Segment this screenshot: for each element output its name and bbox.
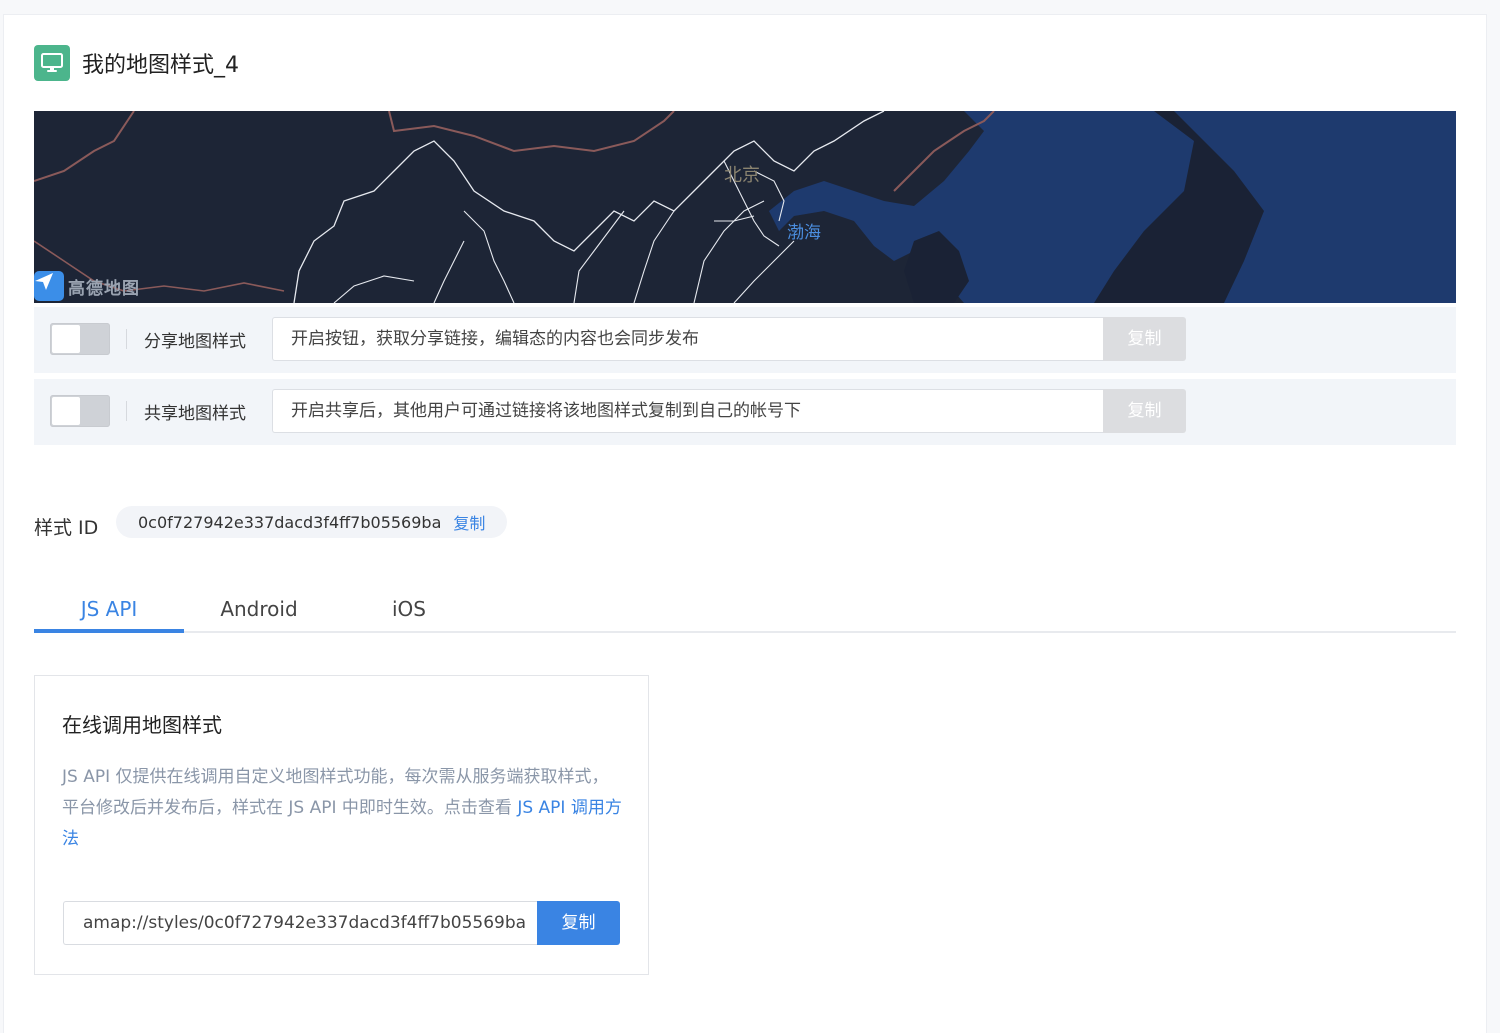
style-id-copy-link[interactable]: 复制 <box>453 510 485 534</box>
style-url-copy-button[interactable]: 复制 <box>537 901 620 945</box>
style-detail-card: 我的地图样式_4 北京 渤海 高德地图 分享地图样式 开启按钮，获取分享链接，编… <box>3 14 1487 1033</box>
public-style-label: 共享地图样式 <box>144 404 246 424</box>
map-label-bohai: 渤海 <box>787 223 821 243</box>
style-id-value: 0c0f727942e337dacd3f4ff7b05569ba <box>138 512 442 532</box>
tab-android[interactable]: Android <box>184 597 334 621</box>
toggle-knob <box>52 397 80 425</box>
share-style-label: 分享地图样式 <box>144 332 246 352</box>
page-title: 我的地图样式_4 <box>82 53 239 78</box>
tab-ios[interactable]: iOS <box>334 597 484 621</box>
share-copy-button[interactable]: 复制 <box>1103 317 1186 361</box>
tab-js-api[interactable]: JS API <box>34 597 184 621</box>
platform-tabs: JS API Android iOS <box>34 589 1456 633</box>
share-style-toggle[interactable] <box>50 323 110 355</box>
public-link-input[interactable]: 开启共享后，其他用户可通过链接将该地图样式复制到自己的帐号下 <box>272 389 1104 433</box>
active-tab-indicator <box>34 629 184 633</box>
toggle-knob <box>52 325 80 353</box>
map-canvas <box>34 111 1456 303</box>
divider <box>126 401 127 421</box>
map-preview[interactable]: 北京 渤海 高德地图 <box>34 111 1456 303</box>
amap-logo-text: 高德地图 <box>68 278 140 299</box>
panel-description: JS API 仅提供在线调用自定义地图样式功能，每次需从服务端获取样式，平台修改… <box>62 762 622 855</box>
amap-logo: 高德地图 <box>34 271 140 301</box>
share-link-input[interactable]: 开启按钮，获取分享链接，编辑态的内容也会同步发布 <box>272 317 1104 361</box>
style-id-badge: 0c0f727942e337dacd3f4ff7b05569ba 复制 <box>116 506 508 538</box>
public-style-row: 共享地图样式 开启共享后，其他用户可通过链接将该地图样式复制到自己的帐号下 复制 <box>34 379 1456 445</box>
monitor-icon <box>34 45 70 81</box>
js-api-panel: 在线调用地图样式 JS API 仅提供在线调用自定义地图样式功能，每次需从服务端… <box>34 675 649 975</box>
panel-title: 在线调用地图样式 <box>62 713 222 737</box>
divider <box>126 329 127 349</box>
style-url-input[interactable]: amap://styles/0c0f727942e337dacd3f4ff7b0… <box>63 901 538 945</box>
public-style-toggle[interactable] <box>50 395 110 427</box>
map-label-beijing: 北京 <box>724 165 760 186</box>
share-style-row: 分享地图样式 开启按钮，获取分享链接，编辑态的内容也会同步发布 复制 <box>34 307 1456 373</box>
public-copy-button[interactable]: 复制 <box>1103 389 1186 433</box>
page-header: 我的地图样式_4 <box>34 45 239 81</box>
style-id-label: 样式 ID <box>34 517 99 539</box>
paper-plane-icon <box>34 271 64 301</box>
